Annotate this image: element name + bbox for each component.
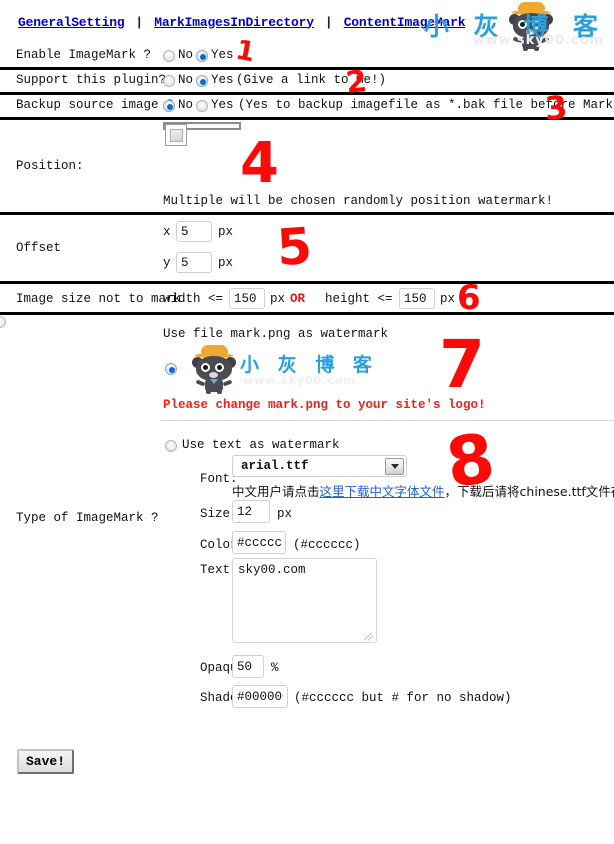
support-plugin-yes-suffix: (Give a link to me!): [236, 73, 387, 87]
backup-source-radio-yes[interactable]: [196, 100, 208, 112]
divider-5: [0, 281, 614, 284]
watermark-text-textarea[interactable]: [232, 558, 377, 643]
use-text-watermark-text: Use text as watermark: [182, 438, 340, 452]
imagesize-height-input[interactable]: [399, 288, 435, 309]
site-brand-logo: 小 灰 博 客 www.sky00.com: [414, 0, 610, 51]
imagemark-settings-page: GeneralSetting | MarkImagesInDirectory |…: [0, 0, 614, 844]
nav-link-mark-images-in-directory[interactable]: MarkImagesInDirectory: [154, 15, 314, 30]
annotation-6: 6: [457, 278, 481, 318]
enable-imagemark-radio-yes[interactable]: [196, 50, 208, 62]
brand-url-text: www.sky00.com: [472, 33, 604, 48]
shadow-hint: (#cccccc but # for no shadow): [294, 691, 512, 705]
enable-imagemark-label: Enable ImageMark ?: [16, 48, 152, 62]
support-plugin-radio-no[interactable]: [163, 75, 175, 87]
opaque-input[interactable]: [232, 655, 264, 678]
position-hint: Multiple will be chosen randomly positio…: [163, 194, 554, 208]
size-unit: px: [277, 507, 293, 521]
enable-imagemark-radio-no[interactable]: [163, 50, 175, 62]
font-select[interactable]: arial.ttf: [232, 455, 407, 477]
position-grid[interactable]: [163, 122, 241, 146]
imagesize-height-label: height <=: [325, 292, 393, 306]
support-plugin-yes-label: Yes: [211, 73, 234, 87]
font-select-value: arial.ttf: [241, 459, 309, 473]
divider-6: [0, 312, 614, 315]
annotation-7: 7: [439, 326, 485, 403]
offset-y-unit: px: [218, 256, 234, 270]
backup-source-label: Backup source image ?: [16, 98, 174, 112]
enable-imagemark-no-label: No: [178, 48, 194, 62]
shadow-input[interactable]: [232, 685, 288, 708]
opaque-unit: %: [271, 661, 279, 675]
position-label: Position:: [16, 159, 84, 173]
offset-x-input[interactable]: [176, 221, 212, 242]
support-plugin-radio-yes[interactable]: [196, 75, 208, 87]
enable-imagemark-yes-label: Yes: [211, 48, 234, 62]
backup-source-no-label: No: [178, 98, 194, 112]
offset-y-label: y: [163, 256, 171, 270]
support-plugin-no-label: No: [178, 73, 194, 87]
mark-png-preview-chinese: 小 灰 博 客: [240, 354, 378, 376]
color-input[interactable]: [232, 531, 286, 554]
save-button[interactable]: Save!: [17, 749, 75, 774]
edge-cropped-radio[interactable]: [0, 316, 6, 328]
offset-y-input[interactable]: [176, 252, 212, 273]
use-text-watermark-radio[interactable]: [165, 440, 177, 452]
nav-separator-1: |: [135, 14, 144, 30]
imagesize-width-input[interactable]: [229, 288, 265, 309]
use-file-watermark-radio[interactable]: [165, 363, 177, 375]
chevron-down-icon[interactable]: [385, 457, 404, 475]
offset-x-unit: px: [218, 225, 234, 239]
imagesize-or-label: OR: [290, 292, 306, 306]
font-chinese-note: 中文用户请点击这里下载中文字体文件，下载后请将chinese.ttf文件存入: [232, 481, 614, 500]
font-note-pre: 中文用户请点击: [232, 484, 320, 499]
position-cell-bottom-right[interactable]: [165, 124, 187, 146]
divider-3: [0, 117, 614, 120]
divider-4: [0, 212, 614, 215]
offset-label: Offset: [16, 241, 62, 255]
backup-source-yes-suffix: (Yes to backup imagefile as *.bak file b…: [238, 98, 614, 112]
imagesize-width-unit: px: [270, 292, 286, 306]
use-file-watermark-text: Use file mark.png as watermark: [163, 327, 389, 341]
nav-separator-2: |: [324, 14, 333, 30]
support-plugin-label: Support this plugin?: [16, 73, 167, 87]
mark-png-preview-url: www.sky00.com: [243, 374, 357, 387]
nav-link-general-setting[interactable]: GeneralSetting: [18, 15, 125, 30]
font-download-link[interactable]: 这里下载中文字体文件: [320, 484, 445, 499]
divider-2: [0, 92, 614, 95]
color-hint: (#cccccc): [293, 538, 361, 552]
divider-1: [0, 67, 614, 70]
offset-x-label: x: [163, 225, 171, 239]
size-input[interactable]: [232, 500, 270, 523]
annotation-4: 4: [240, 131, 279, 196]
backup-source-radio-no[interactable]: [163, 100, 175, 112]
backup-source-yes-label: Yes: [211, 98, 234, 112]
mark-png-warning-note: Please change mark.png to your site's lo…: [163, 398, 486, 412]
annotation-1: 1: [233, 34, 258, 69]
imagesize-width-label: width <=: [163, 292, 224, 306]
imagesize-label: Image size not to mark: [16, 292, 182, 306]
type-of-imagemark-label: Type of ImageMark ?: [16, 511, 159, 525]
mark-png-preview-mascot-icon: [192, 345, 236, 394]
imagesize-height-unit: px: [440, 292, 456, 306]
annotation-5: 5: [275, 216, 314, 278]
divider-thin-1: [160, 420, 614, 421]
font-note-post: ，下载后请将chinese.ttf文件存入: [444, 484, 614, 499]
